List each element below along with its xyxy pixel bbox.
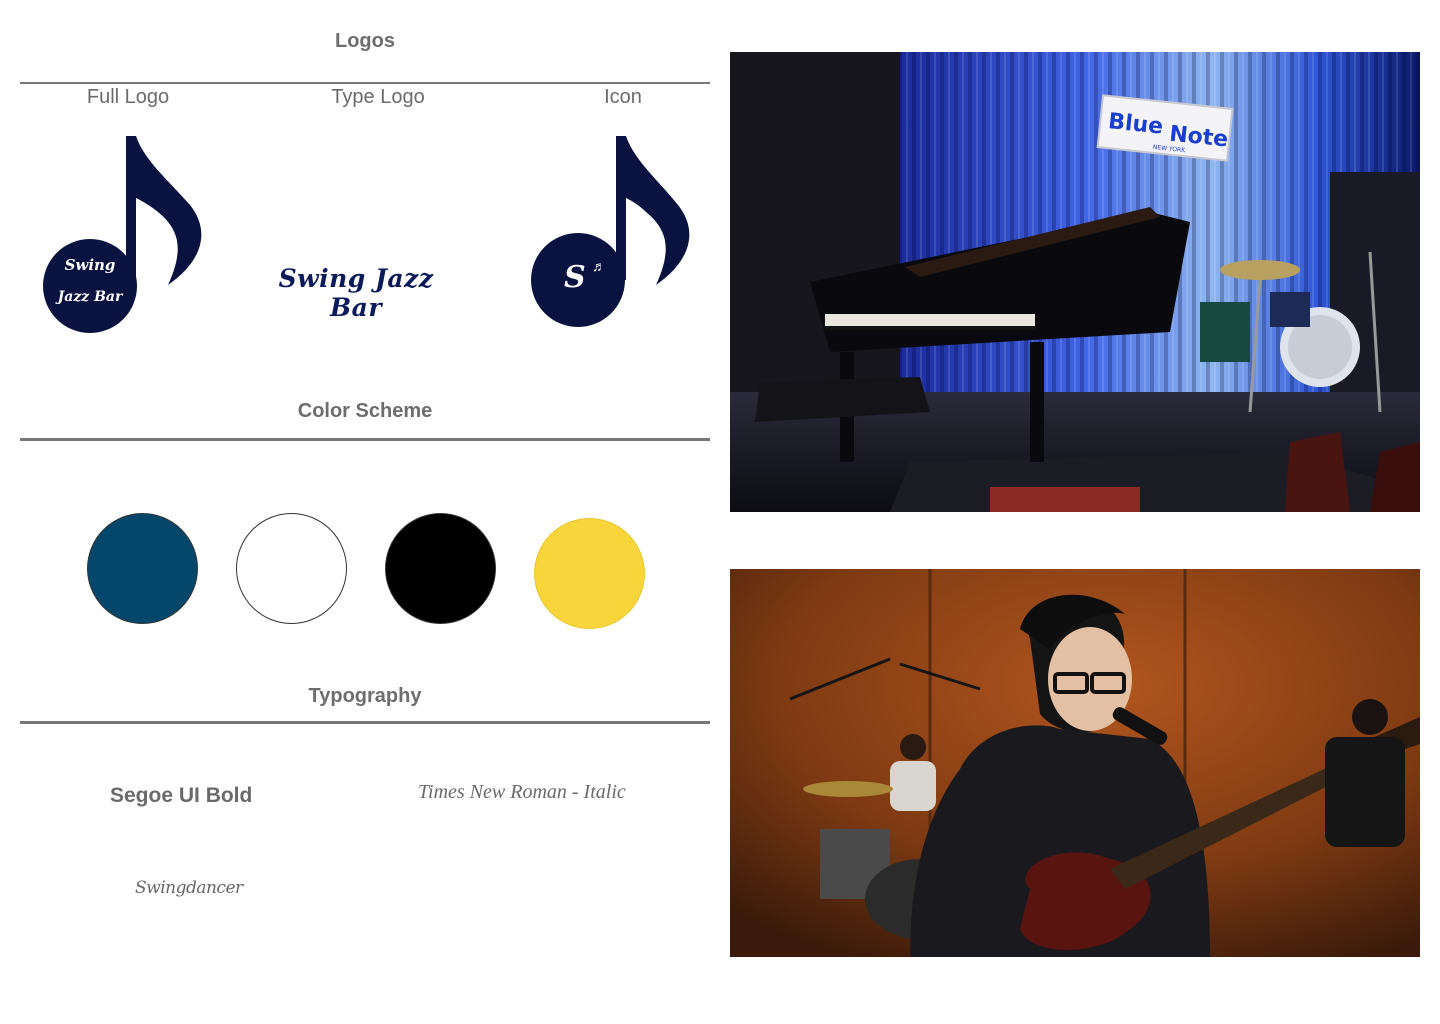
full-logo-line1: Swing bbox=[64, 256, 116, 274]
color-swatch-yellow bbox=[534, 518, 645, 629]
color-swatch-black bbox=[385, 513, 496, 624]
color-swatch-white bbox=[236, 513, 347, 624]
typography-divider bbox=[20, 721, 710, 724]
full-logo-line2: Jazz Bar bbox=[57, 289, 123, 305]
font-sample-script: Swingdancer bbox=[135, 878, 243, 898]
icon-logo: S ♬ bbox=[526, 130, 696, 340]
music-notes-icon: ♬ bbox=[592, 258, 606, 274]
type-logo: Swing Jazz Bar bbox=[278, 264, 434, 322]
music-note-icon bbox=[43, 136, 202, 333]
color-scheme-divider bbox=[20, 438, 710, 441]
font-sample-bold: Segoe UI Bold bbox=[110, 784, 253, 807]
jazz-stage-photo: Blue Note NEW YORK bbox=[730, 52, 1420, 512]
full-logo-label: Full Logo bbox=[86, 86, 170, 108]
music-note-icon bbox=[531, 136, 690, 327]
color-swatch-navy-teal bbox=[87, 513, 198, 624]
type-logo-label: Type Logo bbox=[331, 86, 425, 108]
logos-divider bbox=[20, 82, 710, 84]
band-performance-photo bbox=[730, 569, 1420, 957]
font-sample-italic: Times New Roman - Italic bbox=[418, 781, 626, 803]
icon-label: Icon bbox=[604, 86, 642, 108]
logos-heading: Logos bbox=[335, 30, 395, 52]
color-scheme-heading: Color Scheme bbox=[297, 400, 433, 422]
full-logo: Swing Jazz Bar bbox=[40, 130, 210, 340]
icon-logo-letter: S bbox=[564, 260, 586, 295]
typography-heading: Typography bbox=[308, 685, 422, 707]
